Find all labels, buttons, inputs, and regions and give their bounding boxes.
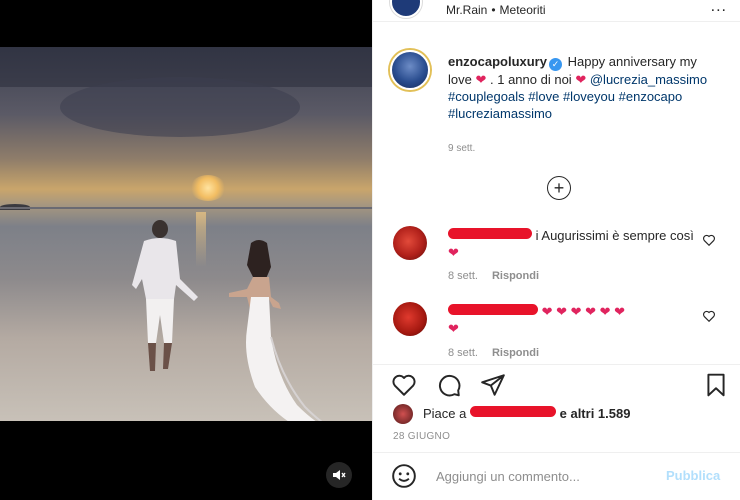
comment: i Augurissimi è sempre così ❤ xyxy=(448,227,698,261)
sunset-sun xyxy=(190,175,226,201)
post-date[interactable]: 28 GIUGNO xyxy=(393,431,450,442)
redacted-username xyxy=(470,406,556,417)
comment: ❤ ❤ ❤ ❤ ❤ ❤ ❤ xyxy=(448,303,698,337)
heart-emoji-row: ❤ ❤ ❤ ❤ ❤ ❤ xyxy=(541,304,626,319)
comment-meta: 8 sett. Rispondi xyxy=(448,347,539,359)
heart-emoji: ❤ xyxy=(448,245,459,260)
audio-artist-link[interactable]: Mr.Rain xyxy=(446,3,487,17)
separator: • xyxy=(491,3,496,17)
avatar[interactable] xyxy=(390,0,422,18)
avatar[interactable] xyxy=(393,404,413,424)
likes-summary[interactable]: Piace a e altri 1.589 xyxy=(423,406,630,421)
comment-like-icon[interactable] xyxy=(702,233,716,247)
divider xyxy=(373,452,740,453)
horizon xyxy=(0,207,372,209)
sky-clouds xyxy=(60,77,300,137)
redacted-username xyxy=(448,228,532,239)
comment-text: i Augurissimi è sempre così xyxy=(535,228,694,243)
bride-figure xyxy=(229,240,323,421)
reply-button[interactable]: Rispondi xyxy=(492,347,539,359)
comment-meta: 8 sett. Rispondi xyxy=(448,270,539,282)
speaker-muted-icon xyxy=(333,470,346,480)
post-photo[interactable] xyxy=(0,47,372,421)
audio-track-link[interactable]: Meteoriti xyxy=(500,3,546,17)
post-caption: enzocapoluxury ✓ Happy anniversary my lov… xyxy=(448,53,718,122)
hashtag-link[interactable]: #enzocapo xyxy=(619,89,683,104)
paper-plane-icon[interactable] xyxy=(480,372,506,398)
likes-count[interactable]: e altri 1.589 xyxy=(560,406,631,421)
post-sidebar: Mr.Rain • Meteoriti ... enzocapoluxury ✓ Ha… xyxy=(372,0,740,500)
heart-icon[interactable] xyxy=(391,372,417,398)
hashtag-link[interactable]: #couplegoals xyxy=(448,89,525,104)
post-subtitle: Mr.Rain • Meteoriti xyxy=(446,3,546,17)
mute-button[interactable] xyxy=(326,462,352,488)
avatar[interactable] xyxy=(393,226,427,260)
avatar[interactable] xyxy=(390,50,430,90)
comment-icon[interactable] xyxy=(436,372,462,398)
heart-emoji: ❤ xyxy=(475,72,487,87)
post-media[interactable] xyxy=(0,0,372,500)
hashtag-link[interactable]: #lucreziamassimo xyxy=(448,106,552,121)
groom-figure xyxy=(132,220,198,371)
redacted-username xyxy=(448,304,538,315)
caption-timestamp[interactable]: 9 sett. xyxy=(448,143,475,154)
likes-prefix: Piace a xyxy=(423,406,467,421)
comment-timestamp[interactable]: 8 sett. xyxy=(448,270,478,282)
publish-button[interactable]: Pubblica xyxy=(666,468,720,483)
comment-input[interactable]: Aggiungi un commento... xyxy=(436,469,580,484)
comment-like-icon[interactable] xyxy=(702,309,716,323)
more-options-button[interactable]: ... xyxy=(711,0,727,16)
heart-emoji: ❤ xyxy=(575,72,587,87)
load-more-comments-button[interactable]: + xyxy=(547,176,571,200)
post-header: Mr.Rain • Meteoriti ... xyxy=(373,0,740,22)
verified-badge-icon: ✓ xyxy=(548,58,562,71)
hashtag-link[interactable]: #love xyxy=(528,89,559,104)
bookmark-icon[interactable] xyxy=(703,372,729,398)
caption-username[interactable]: enzocapoluxury xyxy=(448,54,547,69)
caption-text: . 1 anno di noi xyxy=(490,72,572,87)
comment-timestamp[interactable]: 8 sett. xyxy=(448,347,478,359)
heart-emoji: ❤ xyxy=(448,321,459,336)
divider xyxy=(373,364,740,365)
avatar[interactable] xyxy=(393,302,427,336)
mention-link[interactable]: @lucrezia_massimo xyxy=(590,72,707,87)
reply-button[interactable]: Rispondi xyxy=(492,270,539,282)
smiley-icon[interactable] xyxy=(391,463,417,489)
hashtag-link[interactable]: #loveyou xyxy=(563,89,615,104)
plus-icon: + xyxy=(553,178,565,198)
